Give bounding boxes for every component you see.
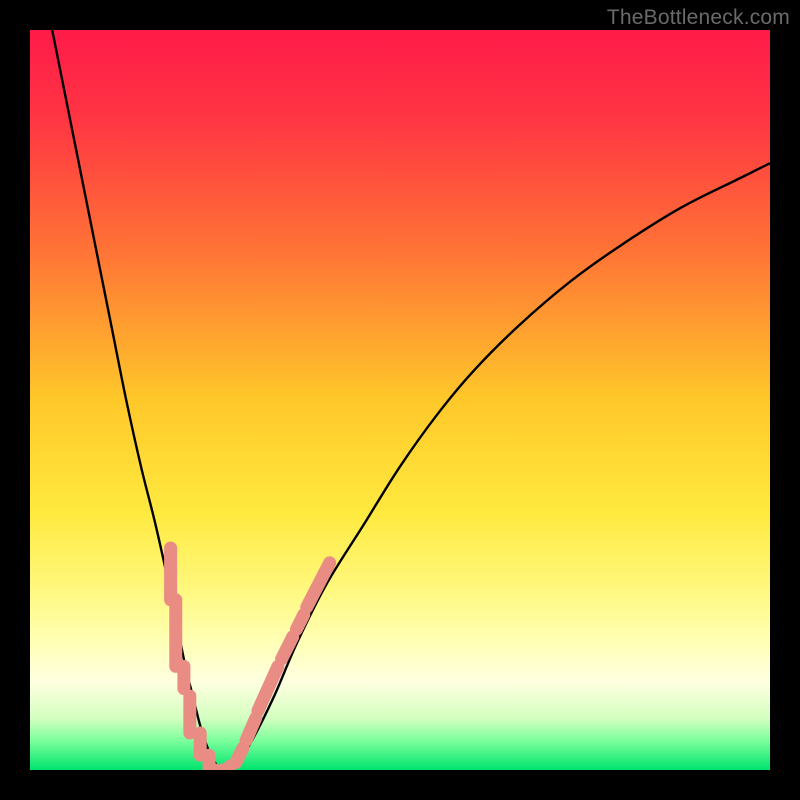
plot-area bbox=[30, 30, 770, 770]
bottleneck-curve bbox=[52, 30, 770, 770]
curve-layer bbox=[30, 30, 770, 770]
chart-frame: TheBottleneck.com bbox=[0, 0, 800, 800]
watermark-text: TheBottleneck.com bbox=[607, 6, 790, 30]
highlight-markers bbox=[171, 548, 330, 770]
